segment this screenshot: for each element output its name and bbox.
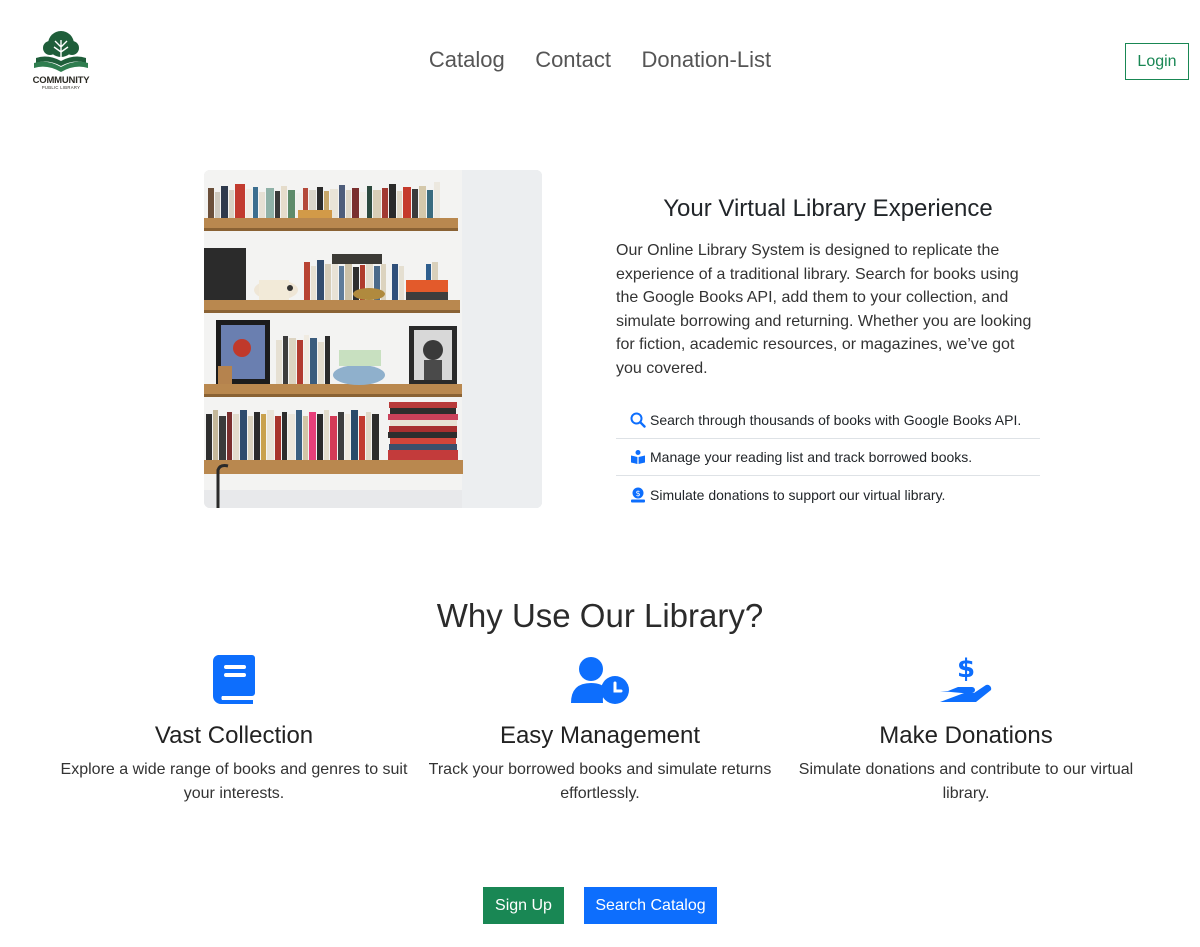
svg-text:$: $ <box>957 655 975 684</box>
feature-list: Search through thousands of books with G… <box>616 402 1040 513</box>
logo-subtitle: PUBLIC LIBRARY <box>41 85 81 90</box>
list-item: Manage your reading list and track borro… <box>616 439 1040 476</box>
card-title: Make Donations <box>879 722 1053 749</box>
feature-card-make-donations: $ Make Donations Simulate donations and … <box>786 655 1146 805</box>
why-title: Why Use Our Library? <box>436 597 764 634</box>
feature-card-easy-management: Easy Management Track your borrowed book… <box>420 655 780 805</box>
hand-dollar-icon: $ <box>786 655 1146 709</box>
list-item: $ Simulate donations to support our virt… <box>616 476 1040 513</box>
sign-up-button[interactable]: Sign Up <box>483 887 564 924</box>
donate-icon: $ <box>630 487 646 503</box>
feature-text: Search through thousands of books with G… <box>650 412 1022 428</box>
nav-contact-link[interactable]: Contact <box>535 47 611 73</box>
search-catalog-button[interactable]: Search Catalog <box>584 887 717 924</box>
card-title: Easy Management <box>499 722 701 749</box>
hero-text: Your Virtual Library Experience Our Onli… <box>616 195 1040 513</box>
bookshelf-image <box>204 170 542 508</box>
list-item: Search through thousands of books with G… <box>616 402 1040 439</box>
card-title: Vast Collection <box>154 722 314 749</box>
hero-description: Our Online Library System is designed to… <box>616 242 1032 377</box>
book-icon <box>54 655 414 709</box>
card-text: Explore a wide range of books and genres… <box>60 761 408 802</box>
feature-card-vast-collection: Vast Collection Explore a wide range of … <box>54 655 414 805</box>
card-text: Simulate donations and contribute to our… <box>798 761 1134 802</box>
nav-catalog-link[interactable]: Catalog <box>429 47 505 73</box>
feature-text: Manage your reading list and track borro… <box>650 449 973 465</box>
user-clock-icon <box>420 655 780 709</box>
card-text: Track your borrowed books and simulate r… <box>428 761 772 802</box>
nav-donation-list-link[interactable]: Donation-List <box>641 47 771 73</box>
search-icon <box>630 412 646 428</box>
login-button[interactable]: Login <box>1125 43 1189 80</box>
svg-text:$: $ <box>635 489 640 498</box>
feature-text: Simulate donations to support our virtua… <box>650 486 946 503</box>
reader-icon <box>630 449 646 465</box>
main-nav: Catalog Contact Donation-List <box>0 47 1200 73</box>
hero-title: Your Virtual Library Experience <box>663 195 993 222</box>
